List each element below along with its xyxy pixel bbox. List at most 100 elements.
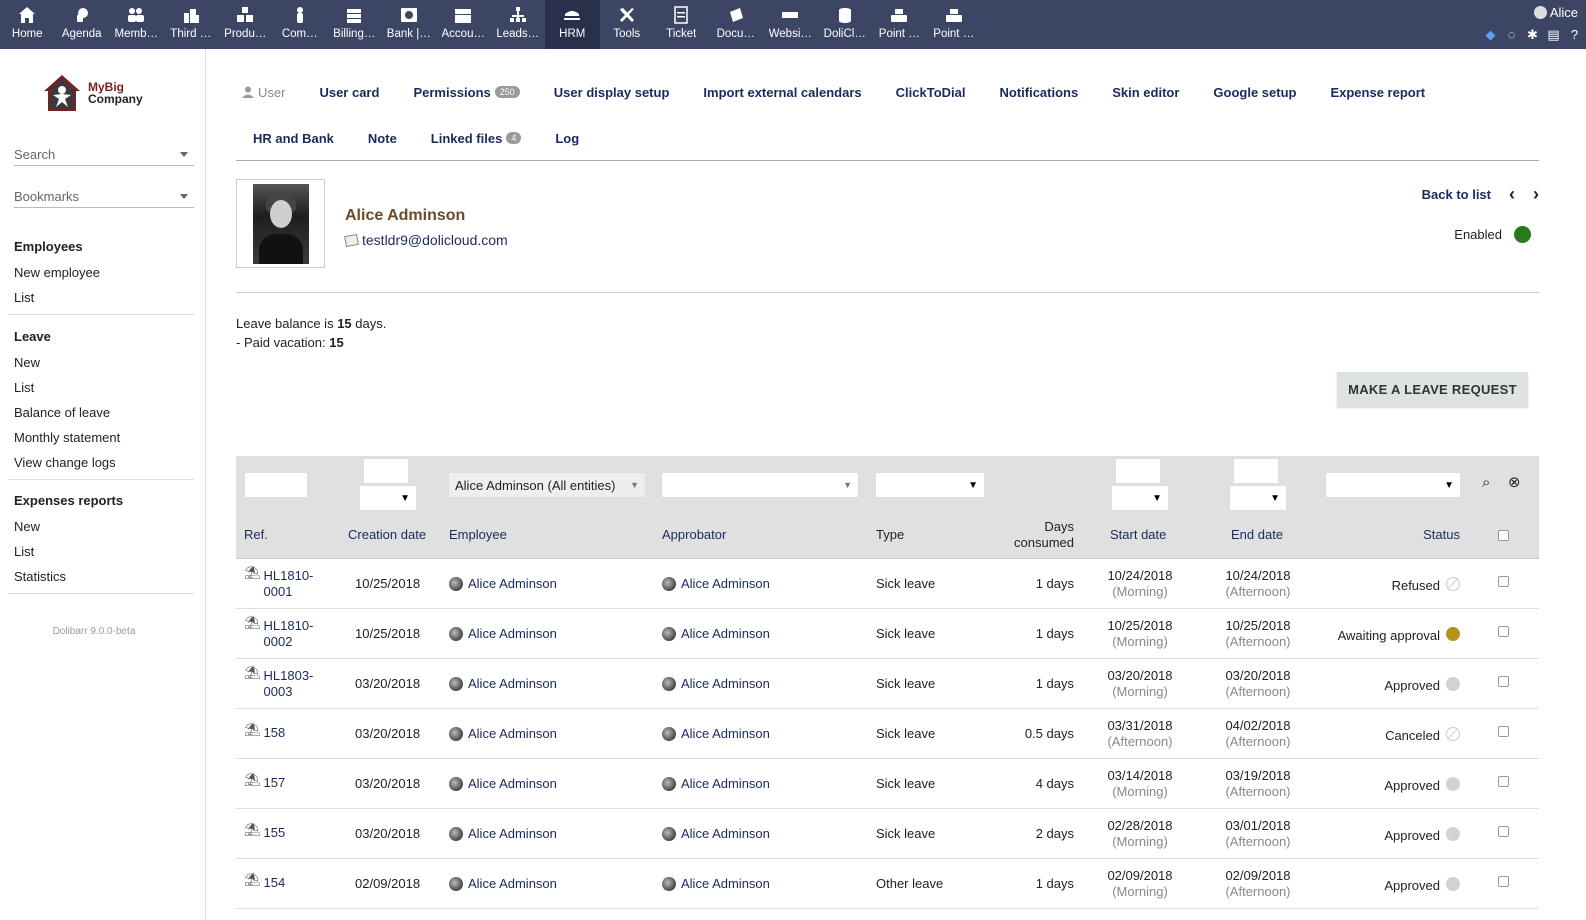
employee-link[interactable]: Alice Adminson xyxy=(449,576,557,592)
col-start-date[interactable]: Start date xyxy=(1110,527,1166,543)
filter-start-month-select[interactable]: ▼ xyxy=(1111,485,1169,511)
filter-start-day-input[interactable] xyxy=(1115,458,1161,484)
bug-icon[interactable]: ✱ xyxy=(1525,27,1540,42)
col-employee[interactable]: Employee xyxy=(449,527,507,543)
top-menu-item-hrm[interactable]: HRM xyxy=(545,0,600,49)
tab-linked-files[interactable]: Linked files 4 xyxy=(414,125,539,151)
row-checkbox[interactable] xyxy=(1498,776,1509,787)
filter-end-month-select[interactable]: ▼ xyxy=(1229,485,1287,511)
help-icon[interactable]: ? xyxy=(1567,27,1582,42)
approbator-link[interactable]: Alice Adminson xyxy=(662,676,770,692)
sidebar-item[interactable]: View change logs xyxy=(8,450,194,475)
top-menu-item-products[interactable]: Produ… xyxy=(218,0,273,49)
approbator-link[interactable]: Alice Adminson xyxy=(662,826,770,842)
top-menu-item-home[interactable]: Home xyxy=(0,0,55,49)
chat-icon[interactable]: ◌ xyxy=(1504,27,1519,42)
sidebar-item[interactable]: List xyxy=(8,285,194,310)
leave-ref-link[interactable]: ⛱ 154 xyxy=(244,872,285,891)
top-menu-item-agenda[interactable]: Agenda xyxy=(55,0,110,49)
sidebar-item[interactable]: New xyxy=(8,514,194,539)
sidebar-section-title[interactable]: Expenses reports xyxy=(8,488,194,514)
top-menu-item-billing[interactable]: Billing… xyxy=(327,0,382,49)
previous-record-icon[interactable]: ‹ xyxy=(1509,185,1515,203)
tab-hr-and-bank[interactable]: HR and Bank xyxy=(236,125,351,151)
filter-status-select[interactable]: ▼ xyxy=(1325,472,1461,498)
make-leave-request-button[interactable]: MAKE A LEAVE REQUEST xyxy=(1337,372,1528,407)
top-menu-item-pos[interactable]: Point … xyxy=(872,0,927,49)
filter-creation-day-input[interactable] xyxy=(363,458,409,484)
employee-link[interactable]: Alice Adminson xyxy=(449,626,557,642)
approbator-link[interactable]: Alice Adminson xyxy=(662,876,770,892)
top-menu-item-websites[interactable]: Websi… xyxy=(763,0,818,49)
filter-ref-input[interactable] xyxy=(244,472,308,498)
top-menu-item-ticket[interactable]: Ticket xyxy=(654,0,709,49)
sidebar-section-title[interactable]: Leave xyxy=(8,324,194,350)
sidebar-item[interactable]: Monthly statement xyxy=(8,425,194,450)
dolicloud-icon[interactable]: ◆ xyxy=(1483,27,1498,42)
back-to-list-link[interactable]: Back to list xyxy=(1422,187,1491,202)
approbator-link[interactable]: Alice Adminson xyxy=(662,576,770,592)
tab-clicktodial[interactable]: ClickToDial xyxy=(879,79,983,105)
tab-user-card[interactable]: User card xyxy=(302,79,396,105)
top-menu-item-accounting[interactable]: Accou… xyxy=(436,0,491,49)
tab-expense-report[interactable]: Expense report xyxy=(1313,79,1442,105)
col-approbator[interactable]: Approbator xyxy=(662,527,726,543)
leave-ref-link[interactable]: ⛱ 158 xyxy=(244,722,285,741)
sidebar-item[interactable]: List xyxy=(8,375,194,400)
tab-skin-editor[interactable]: Skin editor xyxy=(1095,79,1196,105)
bookmarks-select[interactable]: Bookmarks xyxy=(14,186,194,208)
top-menu-item-leads[interactable]: Leads… xyxy=(491,0,546,49)
filter-creation-month-select[interactable]: ▼ xyxy=(359,485,417,511)
top-menu-item-members[interactable]: Memb… xyxy=(109,0,164,49)
tab-user[interactable]: User xyxy=(236,79,302,105)
filter-approbator-select[interactable]: ▼ xyxy=(661,472,859,498)
top-menu-item-thirdparty[interactable]: Third … xyxy=(164,0,219,49)
sidebar-item[interactable]: Balance of leave xyxy=(8,400,194,425)
approbator-link[interactable]: Alice Adminson xyxy=(662,626,770,642)
approbator-link[interactable]: Alice Adminson xyxy=(662,726,770,742)
employee-link[interactable]: Alice Adminson xyxy=(449,726,557,742)
top-menu-item-commercial[interactable]: Com… xyxy=(273,0,328,49)
leave-ref-link[interactable]: ⛱ HL1810- 0002 xyxy=(244,615,313,650)
employee-link[interactable]: Alice Adminson xyxy=(449,826,557,842)
company-logo[interactable]: MyBig Company xyxy=(42,73,143,113)
next-record-icon[interactable]: › xyxy=(1533,185,1539,203)
sidebar-section-title[interactable]: Employees xyxy=(8,234,194,260)
search-select[interactable]: Search xyxy=(14,144,194,166)
leave-ref-link[interactable]: ⛱ HL1803- 0003 xyxy=(244,665,313,700)
row-checkbox[interactable] xyxy=(1498,826,1509,837)
employee-link[interactable]: Alice Adminson xyxy=(449,676,557,692)
sidebar-item[interactable]: New xyxy=(8,350,194,375)
col-end-date[interactable]: End date xyxy=(1231,527,1283,543)
filter-type-select[interactable]: ▼ xyxy=(875,472,985,498)
tab-notifications[interactable]: Notifications xyxy=(982,79,1095,105)
employee-link[interactable]: Alice Adminson xyxy=(449,776,557,792)
sidebar-item[interactable]: List xyxy=(8,539,194,564)
top-menu-item-tools[interactable]: Tools xyxy=(600,0,655,49)
col-ref[interactable]: Ref. xyxy=(244,527,268,543)
sidebar-item[interactable]: New employee xyxy=(8,260,194,285)
row-checkbox[interactable] xyxy=(1498,576,1509,587)
row-checkbox[interactable] xyxy=(1498,676,1509,687)
approbator-link[interactable]: Alice Adminson xyxy=(662,776,770,792)
leave-ref-link[interactable]: ⛱ HL1810- 0001 xyxy=(244,565,313,600)
leave-ref-link[interactable]: ⛱ 157 xyxy=(244,772,285,791)
print-icon[interactable]: ▤ xyxy=(1546,27,1561,42)
filter-employee-select[interactable]: Alice Adminson (All entities) ▼ xyxy=(448,472,646,498)
leave-ref-link[interactable]: ⛱ 155 xyxy=(244,822,285,841)
top-menu-item-bank[interactable]: Bank |… xyxy=(382,0,437,49)
row-checkbox[interactable] xyxy=(1498,626,1509,637)
top-menu-item-dolicloud[interactable]: DoliCl… xyxy=(818,0,873,49)
top-menu-item-pos[interactable]: Point … xyxy=(927,0,982,49)
select-all-checkbox[interactable] xyxy=(1498,530,1509,541)
tab-note[interactable]: Note xyxy=(351,125,414,151)
filter-end-day-input[interactable] xyxy=(1233,458,1279,484)
tab-user-display-setup[interactable]: User display setup xyxy=(537,79,687,105)
employee-link[interactable]: Alice Adminson xyxy=(449,876,557,892)
user-login[interactable]: Alice xyxy=(1533,5,1578,20)
user-email[interactable]: testldr9@dolicloud.com xyxy=(344,232,508,248)
tab-log[interactable]: Log xyxy=(538,125,596,151)
clear-filter-icon[interactable]: ⊗ xyxy=(1508,473,1521,491)
row-checkbox[interactable] xyxy=(1498,876,1509,887)
top-menu-item-documents[interactable]: Docu… xyxy=(709,0,764,49)
